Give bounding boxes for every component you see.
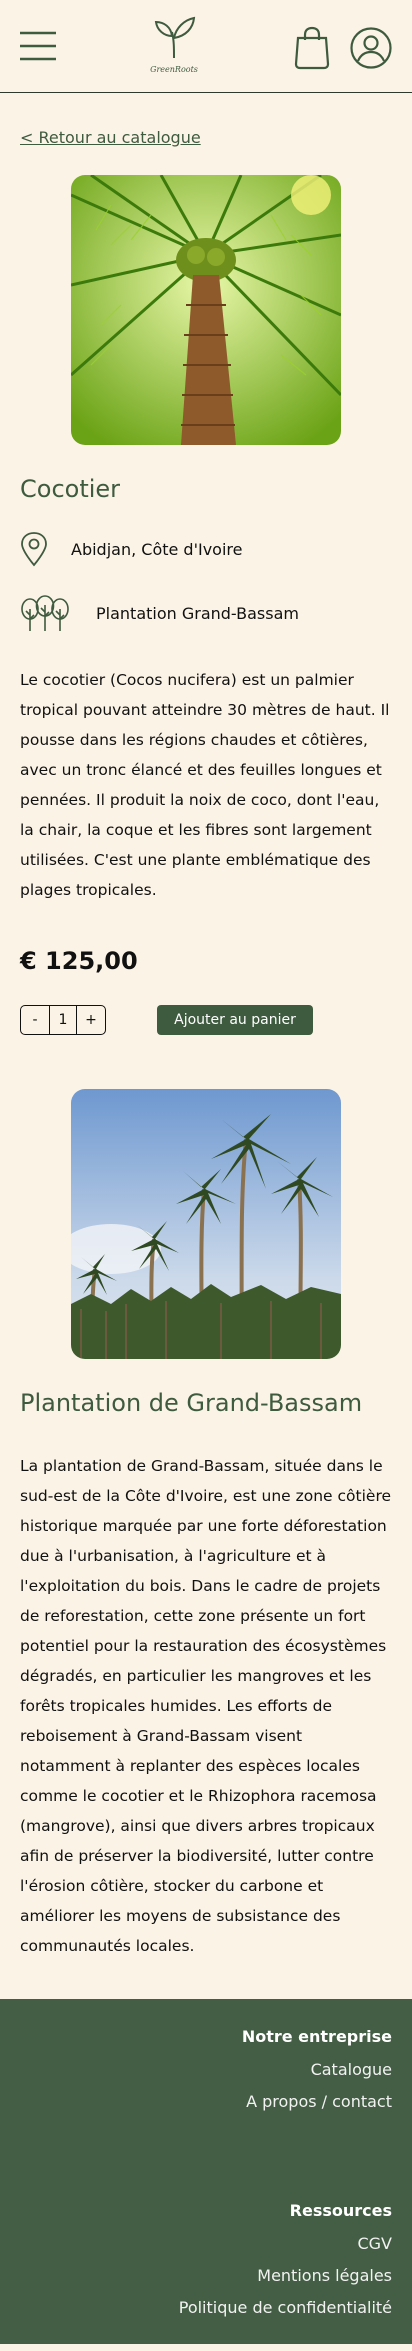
footer-link-about-contact[interactable]: A propos / contact [20, 2086, 392, 2118]
plantation-text: Plantation Grand-Bassam [96, 603, 299, 623]
product-location: Abidjan, Côte d'Ivoire [20, 531, 412, 567]
plantation-description: La plantation de Grand-Bassam, située da… [20, 1457, 392, 1955]
plantation-title: Plantation de Grand-Bassam [20, 1389, 363, 1417]
logo-text: GreenRoots [150, 65, 198, 74]
footer-link-catalogue[interactable]: Catalogue [20, 2054, 392, 2086]
footer-link-cgv[interactable]: CGV [20, 2228, 392, 2260]
plantation-image [71, 1089, 341, 1359]
increase-quantity-button[interactable]: + [77, 1006, 105, 1034]
trees-icon [21, 595, 69, 631]
site-header: GreenRoots [0, 0, 412, 93]
product-plantation: Plantation Grand-Bassam [20, 595, 412, 631]
site-logo[interactable]: GreenRoots [148, 16, 200, 78]
product-image [71, 175, 341, 445]
site-footer: Notre entreprise Catalogue A propos / co… [0, 1999, 412, 2344]
company-heading: Notre entreprise [241, 2027, 392, 2046]
product-title: Cocotier [20, 475, 121, 503]
user-account-icon[interactable] [350, 27, 392, 69]
product-price: € 125,00 [20, 947, 138, 975]
shopping-bag-icon[interactable] [294, 26, 330, 70]
quantity-value[interactable]: 1 [49, 1006, 77, 1034]
decrease-quantity-button[interactable]: - [21, 1006, 49, 1034]
footer-link-privacy-policy[interactable]: Politique de confidentialité [20, 2292, 392, 2324]
menu-icon[interactable] [20, 28, 56, 64]
location-text: Abidjan, Côte d'Ivoire [71, 539, 243, 559]
quantity-stepper: - 1 + [20, 1005, 106, 1035]
add-to-cart-row: - 1 + Ajouter au panier [20, 1005, 412, 1035]
resources-heading: Ressources [289, 2201, 392, 2220]
footer-link-legal-notice[interactable]: Mentions légales [20, 2260, 392, 2292]
add-to-cart-button[interactable]: Ajouter au panier [157, 1005, 313, 1035]
product-description: Le cocotier (Cocos nucifera) est un palm… [20, 671, 390, 899]
location-pin-icon [21, 532, 47, 567]
leaf-logo-icon [154, 16, 196, 59]
back-to-catalogue-link[interactable]: < Retour au catalogue [20, 128, 412, 147]
